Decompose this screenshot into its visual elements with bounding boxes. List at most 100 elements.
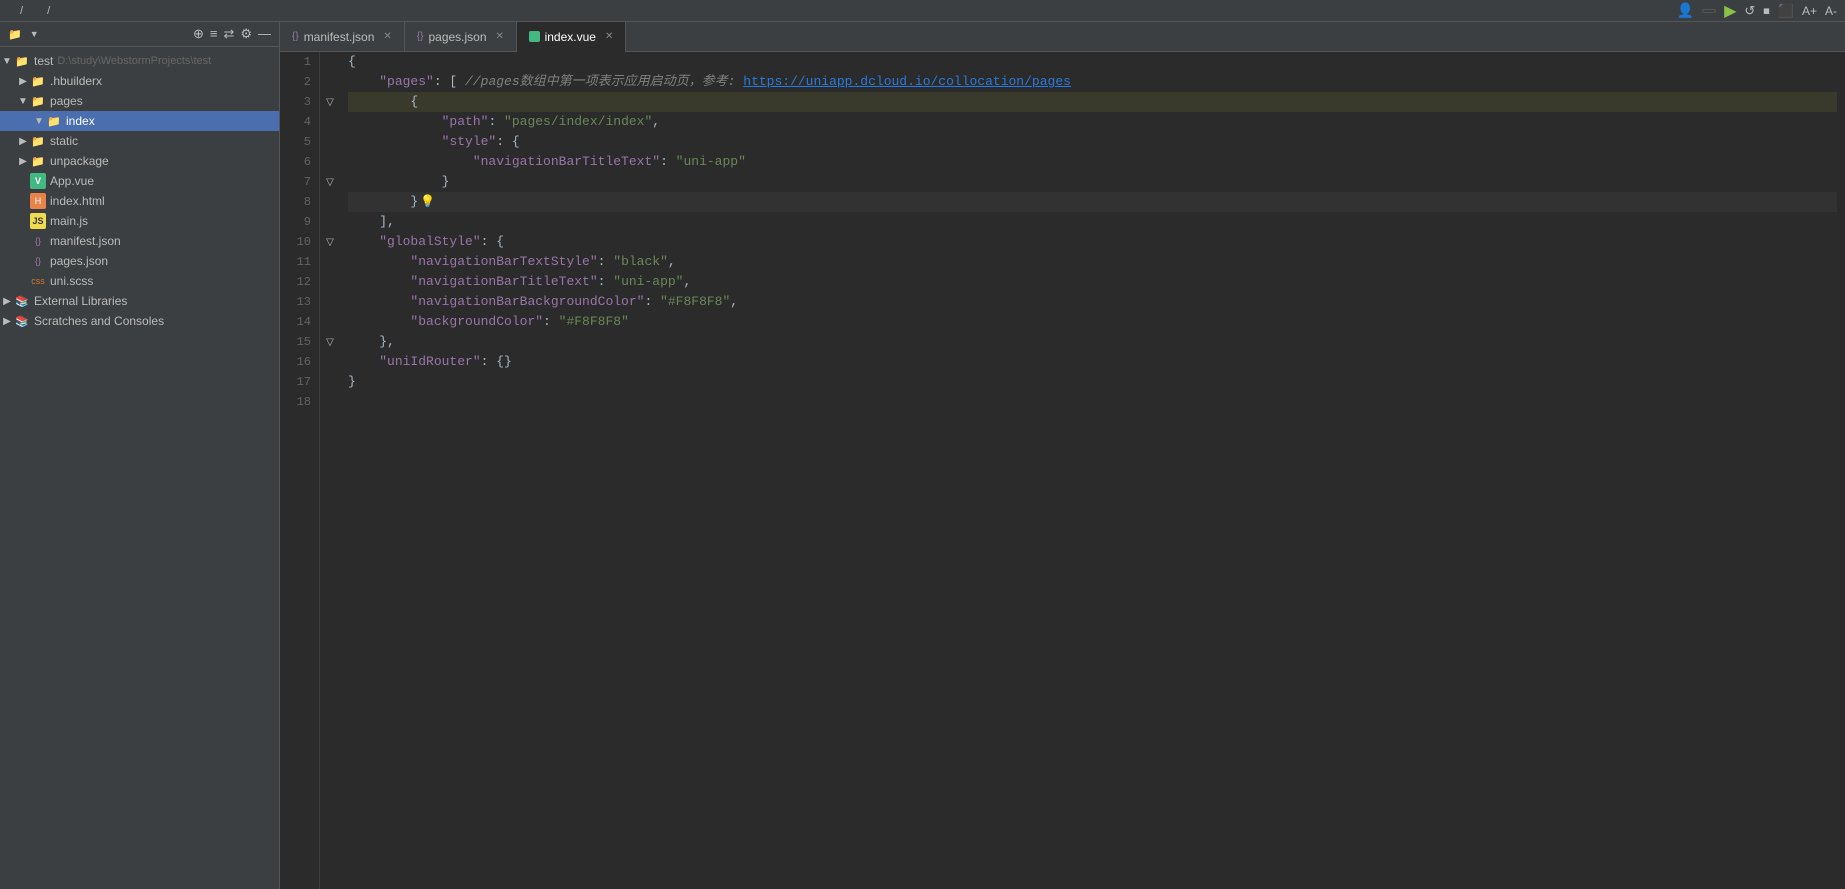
device-dropdown[interactable] <box>1702 9 1716 13</box>
code-content[interactable]: { "pages": [ //pages数组中第一项表示应用启动页，参考: ht… <box>340 52 1845 889</box>
collapse-icon[interactable]: — <box>258 26 271 42</box>
code-editor[interactable]: 123456789101112131415161718 ▽▽▽▽ { "page… <box>280 52 1845 889</box>
folder-icon: 📁 <box>14 53 30 69</box>
expand-arrow[interactable]: ▶ <box>0 296 14 307</box>
chevron-down-icon[interactable]: ▼ <box>30 29 39 39</box>
nav-sep: / <box>20 5 23 17</box>
nav-sep2: / <box>47 5 50 17</box>
folder-icon: 📁 <box>46 113 62 129</box>
expand-arrow[interactable]: ▼ <box>16 96 30 107</box>
code-token <box>348 232 379 252</box>
tree-item-label: pages <box>50 94 83 108</box>
font-increase-icon[interactable]: A+ <box>1802 4 1817 18</box>
fold-arrow[interactable]: ▽ <box>326 337 334 348</box>
expand-arrow[interactable]: ▶ <box>16 156 30 167</box>
expand-arrow[interactable]: ▶ <box>0 316 14 327</box>
code-token: : <box>598 272 614 292</box>
tree-item-pages.json[interactable]: {}pages.json <box>0 251 279 271</box>
code-token: }, <box>348 332 395 352</box>
code-token: } <box>348 372 356 392</box>
code-token <box>348 112 442 132</box>
code-token: , <box>652 112 660 132</box>
tree-item-external[interactable]: ▶📚External Libraries <box>0 291 279 311</box>
tree-item-hbuilderx[interactable]: ▶📁.hbuilderx <box>0 71 279 91</box>
fold-arrow[interactable]: ▽ <box>326 177 334 188</box>
gutter-row-8 <box>320 192 340 212</box>
tab-close-button[interactable]: ✕ <box>605 31 613 42</box>
tree-item-App.vue[interactable]: VApp.vue <box>0 171 279 191</box>
layout-icon[interactable]: ≡ <box>210 26 218 42</box>
tree-item-unpackage[interactable]: ▶📁unpackage <box>0 151 279 171</box>
link[interactable]: https://uniapp.dcloud.io/collocation/pag… <box>743 72 1071 92</box>
expand-arrow[interactable]: ▶ <box>16 136 30 147</box>
code-token <box>348 72 379 92</box>
code-token: "uniIdRouter" <box>379 352 480 372</box>
code-line-17: } <box>348 372 1837 392</box>
breadcrumb-nav: / / <box>8 5 62 17</box>
gutter-row-9 <box>320 212 340 232</box>
code-token <box>348 352 379 372</box>
refresh-icon[interactable]: ↺ <box>1744 3 1755 19</box>
line-number-7: 7 <box>280 172 311 192</box>
tree-item-uni.scss[interactable]: cssuni.scss <box>0 271 279 291</box>
tree-item-manifest.json[interactable]: {}manifest.json <box>0 231 279 251</box>
tab-close-button[interactable]: ✕ <box>496 31 504 42</box>
tab-label: manifest.json <box>304 30 375 44</box>
tree-item-index[interactable]: ▼📁index <box>0 111 279 131</box>
code-token: "navigationBarTextStyle" <box>410 252 597 272</box>
expand-arrow[interactable]: ▶ <box>16 76 30 87</box>
settings-icon[interactable]: ⚙ <box>240 26 252 42</box>
code-token: , <box>683 272 691 292</box>
code-line-10: "globalStyle": { <box>348 232 1837 252</box>
font-decrease-icon[interactable]: A- <box>1825 4 1837 18</box>
gutter-row-5 <box>320 132 340 152</box>
code-token: : <box>598 252 614 272</box>
fold-arrow[interactable]: ▽ <box>326 97 334 108</box>
expand-arrow[interactable]: ▼ <box>0 56 14 67</box>
line-number-12: 12 <box>280 272 311 292</box>
tree-item-main.js[interactable]: JSmain.js <box>0 211 279 231</box>
tab-index[interactable]: Vindex.vue✕ <box>517 22 626 52</box>
tab-manifest[interactable]: {}manifest.json✕ <box>280 22 405 52</box>
sidebar-header: 📁 ▼ ⊕ ≡ ⇄ ⚙ — <box>0 22 279 47</box>
tab-file-icon: {} <box>417 31 424 42</box>
debug-icon[interactable]: ⬛ <box>1778 3 1794 19</box>
tree-item-scratches[interactable]: ▶📚Scratches and Consoles <box>0 311 279 331</box>
add-icon[interactable]: ⊕ <box>193 26 204 42</box>
stop-icon[interactable]: ⏹ <box>1763 3 1770 19</box>
code-token <box>348 272 410 292</box>
code-token: : { <box>481 232 504 252</box>
tree-item-label: manifest.json <box>50 234 121 248</box>
run-button[interactable]: ▶ <box>1724 1 1736 21</box>
tab-close-button[interactable]: ✕ <box>383 31 391 42</box>
tree-item-test[interactable]: ▼📁testD:\study\WebstormProjects\test <box>0 51 279 71</box>
tab-pages[interactable]: {}pages.json✕ <box>405 22 517 52</box>
expand-arrow[interactable]: ▼ <box>32 116 46 127</box>
code-token: "navigationBarBackgroundColor" <box>410 292 644 312</box>
code-token: "black" <box>613 252 668 272</box>
code-line-8: }💡 <box>348 192 1837 212</box>
tree-item-pages[interactable]: ▼📁pages <box>0 91 279 111</box>
line-number-5: 5 <box>280 132 311 152</box>
html-file-icon: H <box>30 193 46 209</box>
code-line-11: "navigationBarTextStyle": "black", <box>348 252 1837 272</box>
gutter-row-2 <box>320 72 340 92</box>
special-folder-icon: 📚 <box>14 293 30 309</box>
line-number-11: 11 <box>280 252 311 272</box>
sync-icon[interactable]: ⇄ <box>223 26 234 42</box>
hint-icon[interactable]: 💡 <box>420 192 435 212</box>
tree-item-index.html[interactable]: Hindex.html <box>0 191 279 211</box>
fold-arrow[interactable]: ▽ <box>326 237 334 248</box>
code-token: ], <box>348 212 395 232</box>
code-token: "uni-app" <box>676 152 746 172</box>
user-icon[interactable]: 👤 <box>1677 2 1694 19</box>
code-token: "#F8F8F8" <box>559 312 629 332</box>
gutter-row-13 <box>320 292 340 312</box>
line-number-18: 18 <box>280 392 311 412</box>
code-token: "path" <box>442 112 489 132</box>
code-token: : <box>543 312 559 332</box>
code-token <box>348 292 410 312</box>
gutter-row-16 <box>320 352 340 372</box>
gutter-row-18 <box>320 392 340 412</box>
tree-item-static[interactable]: ▶📁static <box>0 131 279 151</box>
